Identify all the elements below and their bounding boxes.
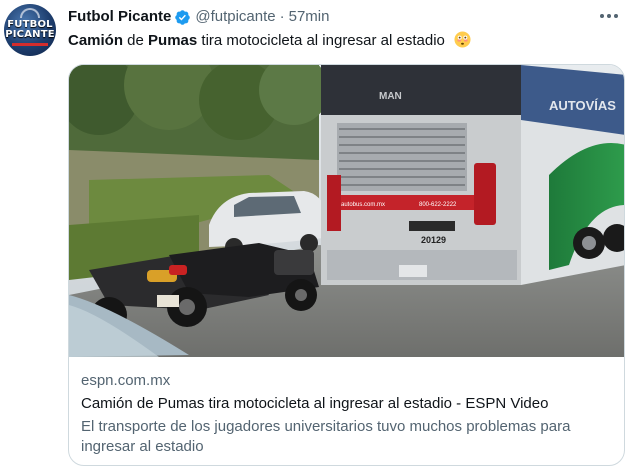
bus-brand-label: MAN [379,91,402,102]
tweet-text: Camión de Pumas tira motocicleta al ingr… [68,31,471,51]
card-description: El transporte de los jugadores universit… [81,418,571,455]
avatar-crest-decoration [20,8,40,18]
timestamp[interactable]: 57min [289,8,330,26]
card-title[interactable]: Camión de Pumas tira motocicleta al ingr… [81,394,612,414]
avatar-text-line2: PICANTE [5,29,55,40]
display-name[interactable]: Futbol Picante [68,8,171,26]
bus-number: 20129 [421,235,446,245]
svg-text:AUTOVÍAS: AUTOVÍAS [549,98,616,113]
bus-website: autobus.com.mx [341,202,385,208]
separator-dot: · [279,8,285,25]
verified-badge-icon [175,9,191,25]
avatar[interactable]: FUTBOL PICANTE [4,4,56,56]
tweet-header: Futbol Picante @futpicante · 57min [68,8,329,26]
link-preview-card[interactable]: MAN autobus.com.mx 800-622-2222 20129 AU… [68,64,625,466]
tweet-text-bold-1: Camión [68,32,124,49]
card-domain[interactable]: espn.com.mx [81,371,612,391]
tweet-text-bold-2: Pumas [148,32,198,49]
bus-phone: 800-622-2222 [419,202,457,208]
user-handle[interactable]: @futpicante [195,8,275,26]
flushed-face-emoji [454,31,471,48]
tweet-text-part-2: de [123,32,149,49]
tweet-text-part-4: tira motocicleta al ingresar al estadio [197,32,445,49]
avatar-stripe-decoration [12,43,48,46]
card-meta: espn.com.mx Camión de Pumas tira motocic… [81,371,612,457]
card-image[interactable]: MAN autobus.com.mx 800-622-2222 20129 AU… [69,65,624,357]
more-options-icon[interactable] [597,6,621,26]
